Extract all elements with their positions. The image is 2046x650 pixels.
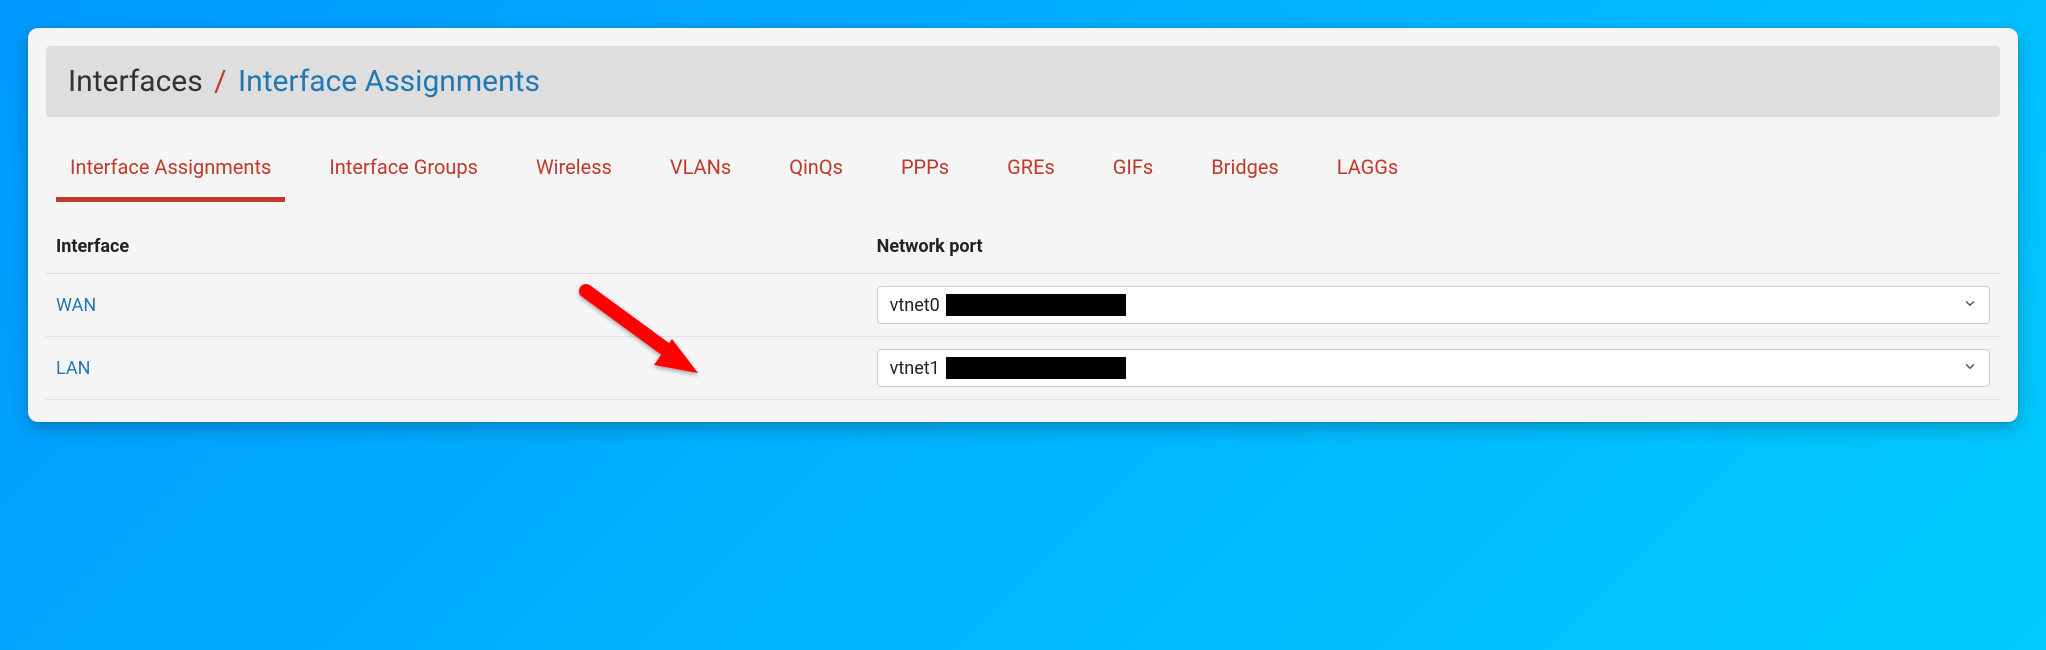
- breadcrumb: Interfaces / Interface Assignments: [46, 46, 2000, 117]
- interface-link-lan[interactable]: LAN: [56, 358, 90, 379]
- select-value: vtnet1: [890, 358, 940, 379]
- network-port-select-wan[interactable]: vtnet0: [877, 286, 1990, 324]
- main-panel: Interfaces / Interface Assignments Inter…: [28, 28, 2018, 422]
- breadcrumb-current[interactable]: Interface Assignments: [238, 64, 540, 99]
- tab-ppps[interactable]: PPPs: [887, 147, 963, 202]
- assignments-table: Interface Network port WAN vtnet0: [46, 220, 2000, 400]
- chevron-down-icon: [1963, 295, 1977, 316]
- column-header-interface: Interface: [46, 220, 867, 274]
- tab-qinqs[interactable]: QinQs: [775, 147, 857, 202]
- tab-wireless[interactable]: Wireless: [522, 147, 626, 202]
- tab-bar: Interface Assignments Interface Groups W…: [28, 117, 2018, 202]
- tab-vlans[interactable]: VLANs: [656, 147, 745, 202]
- tab-gres[interactable]: GREs: [993, 147, 1069, 202]
- table-row: LAN vtnet1: [46, 337, 2000, 400]
- assignments-table-wrap: Interface Network port WAN vtnet0: [28, 202, 2018, 422]
- tab-gifs[interactable]: GIFs: [1099, 147, 1167, 202]
- select-value: vtnet0: [890, 295, 940, 316]
- breadcrumb-separator: /: [214, 64, 226, 99]
- tab-interface-assignments[interactable]: Interface Assignments: [56, 147, 285, 202]
- column-header-network-port: Network port: [867, 220, 2000, 274]
- chevron-down-icon: [1963, 358, 1977, 379]
- redacted-text: [946, 294, 1126, 316]
- network-port-select-lan[interactable]: vtnet1: [877, 349, 1990, 387]
- interface-link-wan[interactable]: WAN: [56, 295, 96, 316]
- tab-interface-groups[interactable]: Interface Groups: [315, 147, 492, 202]
- breadcrumb-root[interactable]: Interfaces: [68, 64, 203, 99]
- tab-bridges[interactable]: Bridges: [1197, 147, 1293, 202]
- redacted-text: [946, 357, 1126, 379]
- tab-laggs[interactable]: LAGGs: [1323, 147, 1412, 202]
- table-row: WAN vtnet0: [46, 274, 2000, 337]
